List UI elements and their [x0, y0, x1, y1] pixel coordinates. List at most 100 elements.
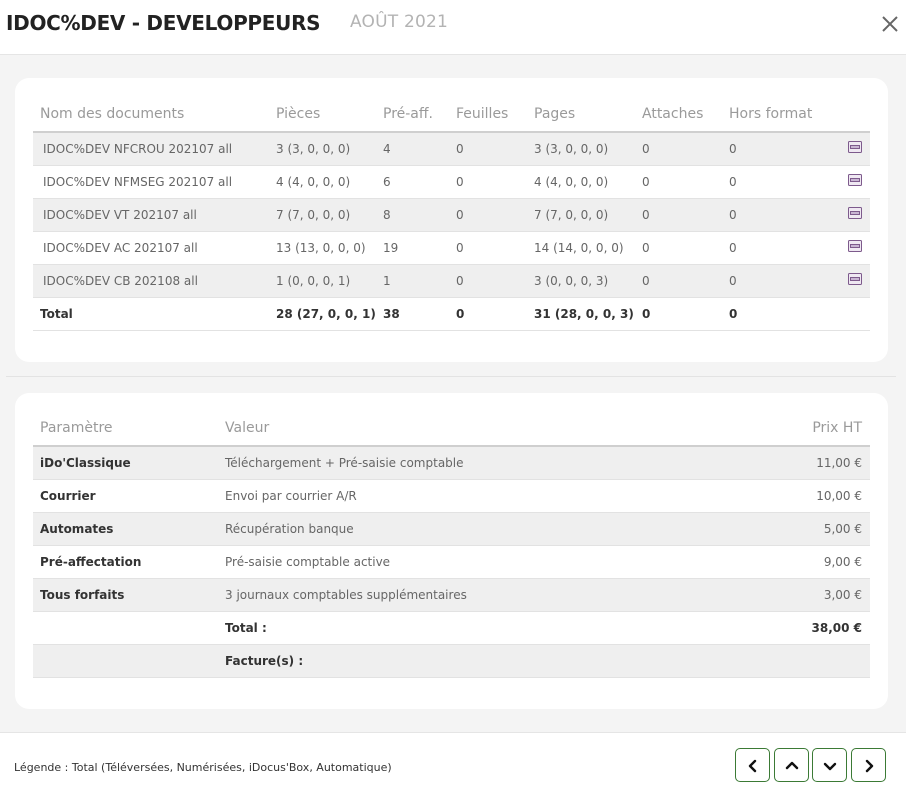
pricing-card: Paramètre Valeur Prix HT iDo'Classique T…	[15, 393, 888, 709]
pricing-total-empty	[33, 611, 218, 645]
document-hors-format: 0	[722, 165, 824, 199]
document-attaches: 0	[635, 264, 722, 298]
document-pages: 7 (7, 0, 0, 0)	[527, 198, 635, 232]
total-hors-format: 0	[722, 297, 824, 331]
pricing-value: Téléchargement + Pré-saisie comptable	[218, 446, 670, 480]
pdf-file-icon[interactable]	[848, 273, 862, 285]
document-hors-format: 0	[722, 264, 824, 298]
next-button[interactable]	[851, 748, 886, 782]
invoices-label: Facture(s) :	[218, 644, 670, 678]
pricing-header-row: Paramètre Valeur Prix HT	[33, 410, 870, 447]
col-header-actions	[824, 96, 870, 133]
document-feuilles: 0	[449, 165, 527, 199]
document-pieces: 3 (3, 0, 0, 0)	[269, 132, 376, 166]
table-row: IDOC%DEV VT 202107 all 7 (7, 0, 0, 0) 8 …	[33, 198, 870, 232]
pdf-file-icon[interactable]	[848, 141, 862, 154]
document-name: IDOC%DEV AC 202107 all	[33, 231, 269, 265]
document-pages: 4 (4, 0, 0, 0)	[527, 165, 635, 199]
total-empty	[824, 297, 870, 331]
pricing-price: 9,00 €	[670, 545, 870, 579]
document-attaches: 0	[635, 231, 722, 265]
move-down-button[interactable]	[812, 748, 847, 782]
col-header-preaff: Pré-aff.	[376, 96, 449, 133]
document-feuilles: 0	[449, 132, 527, 166]
document-attaches: 0	[635, 198, 722, 232]
table-row: Automates Récupération banque 5,00 €	[33, 512, 870, 546]
col-header-pages: Pages	[527, 96, 635, 133]
pricing-param: Automates	[33, 512, 218, 546]
document-pages: 14 (14, 0, 0, 0)	[527, 231, 635, 265]
col-header-prix: Prix HT	[670, 410, 870, 447]
document-pieces: 7 (7, 0, 0, 0)	[269, 198, 376, 232]
modal-footer: Légende : Total (Téléversées, Numérisées…	[0, 732, 906, 809]
chevron-down-icon	[823, 762, 837, 771]
col-header-pieces: Pièces	[269, 96, 376, 133]
document-name: IDOC%DEV VT 202107 all	[33, 198, 269, 232]
chevron-left-icon	[748, 759, 757, 773]
pdf-file-icon[interactable]	[848, 207, 862, 219]
document-hors-format: 0	[722, 132, 824, 166]
pricing-param: iDo'Classique	[33, 446, 218, 480]
col-header-attaches: Attaches	[635, 96, 722, 133]
modal-body: Nom des documents Pièces Pré-aff. Feuill…	[0, 55, 906, 732]
table-row: Tous forfaits 3 journaux comptables supp…	[33, 578, 870, 612]
modal-header: IDOC%DEV - DEVELOPPEURS AOÛT 2021	[0, 0, 906, 55]
document-pages: 3 (0, 0, 0, 3)	[527, 264, 635, 298]
pricing-table: Paramètre Valeur Prix HT iDo'Classique T…	[33, 410, 870, 678]
col-header-parametre: Paramètre	[33, 410, 218, 447]
period-label: AOÛT 2021	[350, 12, 449, 32]
table-row: IDOC%DEV NFMSEG 202107 all 4 (4, 0, 0, 0…	[33, 165, 870, 199]
document-name: IDOC%DEV CB 202108 all	[33, 264, 269, 298]
documents-table: Nom des documents Pièces Pré-aff. Feuill…	[33, 96, 870, 331]
table-row: Pré-affectation Pré-saisie comptable act…	[33, 545, 870, 579]
document-actions	[824, 132, 870, 166]
pdf-file-icon[interactable]	[848, 240, 862, 252]
col-header-hors-format: Hors format	[722, 96, 824, 133]
document-pieces: 1 (0, 0, 0, 1)	[269, 264, 376, 298]
col-header-name: Nom des documents	[33, 96, 269, 133]
legend-text: Légende : Total (Téléversées, Numérisées…	[14, 761, 392, 774]
table-row: iDo'Classique Téléchargement + Pré-saisi…	[33, 446, 870, 480]
chevron-right-icon	[865, 759, 874, 773]
document-hors-format: 0	[722, 198, 824, 232]
pricing-total-row: Total : 38,00 €	[33, 611, 870, 645]
document-name: IDOC%DEV NFMSEG 202107 all	[33, 165, 269, 199]
invoices-row: Facture(s) :	[33, 644, 870, 678]
pricing-price: 5,00 €	[670, 512, 870, 546]
document-feuilles: 0	[449, 231, 527, 265]
document-preaff: 19	[376, 231, 449, 265]
close-icon[interactable]	[878, 12, 902, 36]
previous-button[interactable]	[735, 748, 770, 782]
invoices-empty	[33, 644, 218, 678]
document-actions	[824, 231, 870, 265]
section-divider	[6, 376, 896, 377]
total-preaff: 38	[376, 297, 449, 331]
document-pieces: 4 (4, 0, 0, 0)	[269, 165, 376, 199]
pricing-value: Pré-saisie comptable active	[218, 545, 670, 579]
page-title: IDOC%DEV - DEVELOPPEURS	[6, 11, 321, 35]
document-attaches: 0	[635, 165, 722, 199]
pdf-file-icon[interactable]	[848, 174, 862, 186]
document-attaches: 0	[635, 132, 722, 166]
document-pieces: 13 (13, 0, 0, 0)	[269, 231, 376, 265]
pricing-total-price: 38,00 €	[670, 611, 870, 645]
document-preaff: 8	[376, 198, 449, 232]
document-preaff: 4	[376, 132, 449, 166]
document-actions	[824, 264, 870, 298]
table-row: Courrier Envoi par courrier A/R 10,00 €	[33, 479, 870, 513]
pricing-param: Tous forfaits	[33, 578, 218, 612]
pricing-price: 11,00 €	[670, 446, 870, 480]
col-header-valeur: Valeur	[218, 410, 670, 447]
document-actions	[824, 198, 870, 232]
documents-card: Nom des documents Pièces Pré-aff. Feuill…	[15, 78, 888, 362]
move-up-button[interactable]	[774, 748, 809, 782]
documents-header-row: Nom des documents Pièces Pré-aff. Feuill…	[33, 96, 870, 133]
invoices-value	[670, 644, 870, 678]
document-hors-format: 0	[722, 231, 824, 265]
document-preaff: 1	[376, 264, 449, 298]
total-label: Total	[33, 297, 269, 331]
total-pieces: 28 (27, 0, 0, 1)	[269, 297, 376, 331]
table-row: IDOC%DEV CB 202108 all 1 (0, 0, 0, 1) 1 …	[33, 264, 870, 298]
total-feuilles: 0	[449, 297, 527, 331]
document-preaff: 6	[376, 165, 449, 199]
